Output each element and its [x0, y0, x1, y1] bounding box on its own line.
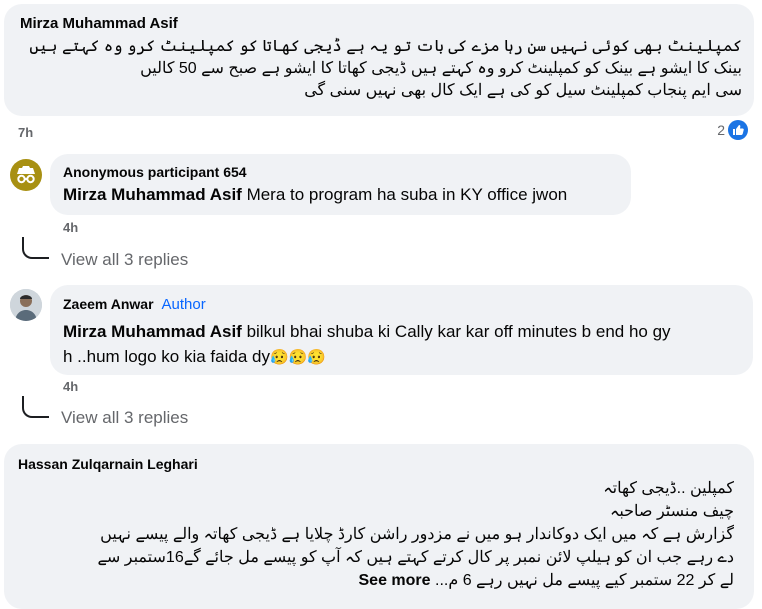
reply-text: Mirza Muhammad Asif Mera to program ha s… — [63, 185, 567, 205]
like-icon — [728, 120, 748, 140]
comment-line: بینک کا ایشو ہے بینک کو کمپلینٹ کرو وہ ک… — [140, 60, 742, 77]
avatar-anonymous[interactable] — [10, 159, 42, 191]
reaction-count-label: 2 — [717, 122, 725, 138]
profile-photo-icon — [10, 289, 42, 321]
reply-body: bilkul bhai shuba ki Cally kar kar off m… — [241, 322, 671, 341]
comment-bubble: Mirza Muhammad Asif کمپلینٹ بھی کوئی نہی… — [4, 4, 754, 116]
comment-text: کمپلین ..ڈیجی کھاتہ چیف منسٹر صاحبہ گزار… — [14, 477, 734, 592]
mention-link[interactable]: Mirza Muhammad Asif — [63, 322, 242, 341]
reply-author[interactable]: Anonymous participant 654 — [63, 164, 247, 180]
comment-author[interactable]: Hassan Zulqarnain Leghari — [18, 456, 198, 472]
thread-connector — [22, 396, 49, 418]
reply-author[interactable]: Zaeem Anwar — [63, 296, 154, 312]
avatar-zaeem[interactable] — [10, 289, 42, 321]
comment-bubble: Hassan Zulqarnain Leghari کمپلین ..ڈیجی … — [4, 444, 754, 609]
reply-timestamp[interactable]: 4h — [63, 379, 78, 394]
thread-connector — [22, 237, 49, 259]
comment-line: گزارش ہے کہ میں ایک دوکاندار ہو میں نے م… — [100, 526, 734, 543]
reply-body: Mera to program ha suba in KY office jwo… — [241, 185, 568, 204]
reaction-count[interactable]: 2 — [717, 120, 748, 140]
comment-author[interactable]: Mirza Muhammad Asif — [20, 15, 178, 32]
comment-timestamp[interactable]: 7h — [18, 125, 33, 140]
view-replies-link[interactable]: View all 3 replies — [61, 250, 188, 270]
comment-line: چیف منسٹر صاحبہ — [609, 503, 734, 520]
mention-link[interactable]: Mirza Muhammad Asif — [63, 185, 242, 204]
reply-text: Mirza Muhammad Asif bilkul bhai shuba ki… — [63, 319, 671, 370]
comment-text: کمپلینٹ بھی کوئی نہیں سن رہا مزے کی بات … — [12, 36, 742, 102]
reply-bubble: Zaeem Anwar Author Mirza Muhammad Asif bi… — [50, 285, 753, 375]
see-more-link[interactable]: See more — [359, 572, 431, 589]
comment-line: کمپلین ..ڈیجی کھاتہ — [603, 480, 734, 497]
reply-timestamp[interactable]: 4h — [63, 220, 78, 235]
reply-header: Zaeem Anwar Author — [63, 296, 206, 314]
view-replies-link[interactable]: View all 3 replies — [61, 408, 188, 428]
author-badge: Author — [161, 296, 206, 313]
comment-line: دے رہے جب ان کو ہیلپ لائن نمبر پر کال کر… — [97, 549, 734, 566]
incognito-icon — [17, 166, 35, 184]
comment-line: سی ایم پنجاب کمپلینٹ سیل کو کی ہے ایک کا… — [304, 82, 742, 99]
reply-body: h ..hum logo ko kia faida dy — [63, 347, 270, 366]
sad-emoji-icon: 😥😥😥 — [269, 349, 326, 366]
comment-line: لے کر 22 ستمبر کیے پیسے مل نہیں رہے 6 م.… — [435, 572, 734, 589]
reply-bubble: Anonymous participant 654 Mirza Muhammad… — [50, 154, 631, 215]
comment-line: کمپلینٹ بھی کوئی نہیں سن رہا مزے کی بات … — [29, 38, 742, 55]
